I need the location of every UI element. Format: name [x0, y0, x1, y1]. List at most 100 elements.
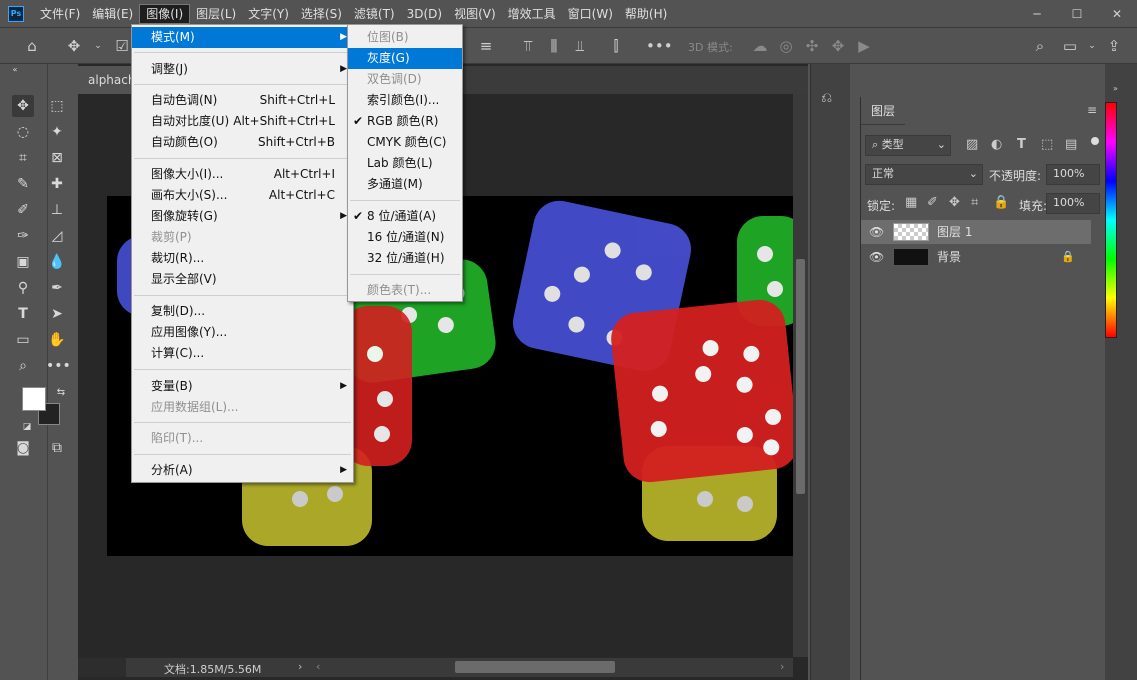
layer-name[interactable]: 背景 — [937, 245, 961, 269]
menu-3d[interactable]: 3D(D) — [401, 4, 448, 24]
hand-tool-icon[interactable]: ✋ — [46, 329, 68, 351]
menu-item-variables[interactable]: 变量(B) ▶ — [132, 376, 353, 397]
type-tool-icon[interactable]: T — [12, 303, 34, 325]
mode-cmyk[interactable]: CMYK 颜色(C) — [348, 132, 462, 153]
color-spectrum[interactable] — [1105, 102, 1117, 338]
layer-row-1[interactable]: 👁 图层 1 — [861, 220, 1091, 244]
vertical-scrollbar-thumb[interactable] — [796, 259, 805, 494]
menu-image[interactable]: 图像(I) — [139, 3, 191, 24]
path-selection-tool-icon[interactable]: ➤ — [46, 303, 68, 325]
marquee-tool-icon[interactable]: ⬚ — [46, 95, 68, 117]
collapse-panel-icon[interactable]: » — [1113, 84, 1118, 93]
workspace-icon[interactable]: ▭ — [1060, 36, 1080, 56]
move-tool-icon[interactable]: ✥ — [12, 95, 34, 117]
share-icon[interactable]: ⇪ — [1104, 36, 1124, 56]
screen-mode-icon[interactable]: ⧉ — [46, 437, 68, 459]
menu-type[interactable]: 文字(Y) — [242, 4, 295, 24]
magic-wand-tool-icon[interactable]: ✦ — [46, 121, 68, 143]
filter-pixel-icon[interactable]: ▨ — [966, 137, 978, 152]
3d-roll-icon[interactable]: ◎ — [776, 36, 796, 56]
layer-name[interactable]: 图层 1 — [937, 220, 972, 244]
mode-16bit[interactable]: 16 位/通道(N) — [348, 227, 462, 248]
tool-preset-chevron-icon[interactable]: ⌄ — [88, 36, 108, 56]
menu-window[interactable]: 窗口(W) — [562, 4, 619, 24]
layer-filter-select[interactable]: ⌕ 类型 ⌄ — [865, 135, 951, 156]
rectangle-tool-icon[interactable]: ▭ — [12, 329, 34, 351]
lock-artboard-icon[interactable]: ⌗ — [971, 195, 978, 210]
mode-multichannel[interactable]: 多通道(M) — [348, 174, 462, 195]
filter-toggle-icon[interactable] — [1091, 137, 1099, 145]
crop-tool-icon[interactable]: ⌗ — [12, 147, 34, 169]
eyedropper-tool-icon[interactable]: ✎ — [12, 173, 34, 195]
menu-item-analysis[interactable]: 分析(A) ▶ — [132, 460, 353, 481]
menu-file[interactable]: 文件(F) — [34, 4, 86, 24]
edit-toolbar-icon[interactable]: ••• — [46, 355, 71, 377]
minimize-button[interactable]: ─ — [1017, 0, 1057, 28]
menu-item-apply-image[interactable]: 应用图像(Y)... — [132, 322, 353, 343]
menu-select[interactable]: 选择(S) — [295, 4, 348, 24]
menu-item-auto-contrast[interactable]: 自动对比度(U) Alt+Shift+Ctrl+L — [132, 111, 353, 132]
lock-image-icon[interactable]: ✐ — [927, 195, 938, 210]
brush-tool-icon[interactable]: ✐ — [12, 199, 34, 221]
swap-colors-icon[interactable]: ⇆ — [50, 382, 72, 404]
frame-tool-icon[interactable]: ⊠ — [46, 147, 68, 169]
move-tool-icon[interactable]: ✥ — [64, 36, 84, 56]
align-icon[interactable]: ≡ — [476, 36, 496, 56]
mode-indexed[interactable]: 索引颜色(I)... — [348, 90, 462, 111]
menu-item-auto-tone[interactable]: 自动色调(N) Shift+Ctrl+L — [132, 90, 353, 111]
menu-item-reveal-all[interactable]: 显示全部(V) — [132, 269, 353, 290]
history-brush-tool-icon[interactable]: ✑ — [12, 225, 34, 247]
dodge-tool-icon[interactable]: ⚲ — [12, 277, 34, 299]
filter-smartobject-icon[interactable]: ▤ — [1065, 137, 1077, 152]
scroll-right-icon[interactable]: › — [780, 660, 784, 673]
lock-all-icon[interactable]: 🔒 — [993, 195, 1009, 210]
default-colors-icon[interactable]: ◪ — [16, 416, 38, 438]
auto-select-checkbox[interactable]: ☑ — [112, 36, 132, 56]
menu-item-canvas-size[interactable]: 画布大小(S)... Alt+Ctrl+C — [132, 185, 353, 206]
menu-view[interactable]: 视图(V) — [448, 4, 502, 24]
menu-item-calculations[interactable]: 计算(C)... — [132, 343, 353, 364]
more-options-icon[interactable]: ••• — [646, 36, 673, 56]
blend-mode-select[interactable]: 正常 ⌄ — [865, 164, 983, 185]
quick-mask-icon[interactable]: ◙ — [12, 437, 34, 459]
menu-item-auto-color[interactable]: 自动颜色(O) Shift+Ctrl+B — [132, 132, 353, 153]
blur-tool-icon[interactable]: 💧 — [46, 251, 68, 273]
status-expand-icon[interactable]: › — [298, 660, 302, 673]
3d-orbit-icon[interactable]: ☁ — [750, 36, 770, 56]
mode-lab[interactable]: Lab 颜色(L) — [348, 153, 462, 174]
align-vcenter-icon[interactable]: ⫼ — [544, 36, 564, 56]
mode-32bit[interactable]: 32 位/通道(H) — [348, 248, 462, 269]
filter-type-icon[interactable]: T — [1017, 137, 1026, 152]
menu-plugins[interactable]: 增效工具 — [502, 4, 562, 24]
history-panel-icon[interactable]: ⎌ — [821, 90, 841, 110]
foreground-color-swatch[interactable] — [22, 387, 46, 411]
zoom-field[interactable] — [78, 658, 126, 677]
mode-rgb[interactable]: ✔ RGB 颜色(R) — [348, 111, 462, 132]
menu-edit[interactable]: 编辑(E) — [86, 4, 139, 24]
visibility-eye-icon[interactable]: 👁 — [869, 220, 884, 244]
vertical-scrollbar[interactable] — [793, 94, 808, 657]
menu-item-rotation[interactable]: 图像旋转(G) ▶ — [132, 206, 353, 227]
lock-position-icon[interactable]: ✥ — [949, 195, 960, 210]
align-bottom-icon[interactable]: ⫫ — [570, 36, 590, 56]
menu-filter[interactable]: 滤镜(T) — [348, 4, 401, 24]
3d-slide-icon[interactable]: ✥ — [828, 36, 848, 56]
mode-8bit[interactable]: ✔ 8 位/通道(A) — [348, 206, 462, 227]
gradient-tool-icon[interactable]: ▣ — [12, 251, 34, 273]
eraser-tool-icon[interactable]: ◿ — [46, 225, 68, 247]
mode-grayscale[interactable]: 灰度(G) — [348, 48, 462, 69]
maximize-button[interactable]: ☐ — [1057, 0, 1097, 28]
pen-tool-icon[interactable]: ✒ — [46, 277, 68, 299]
layer-row-background[interactable]: 👁 背景 🔒 — [861, 245, 1091, 269]
lasso-tool-icon[interactable]: ◌ — [12, 121, 34, 143]
align-top-icon[interactable]: ⫪ — [518, 36, 538, 56]
fill-input[interactable]: 100% — [1046, 193, 1100, 214]
filter-shape-icon[interactable]: ⬚ — [1041, 137, 1053, 152]
zoom-tool-icon[interactable]: ⌕ — [12, 355, 34, 377]
menu-item-mode[interactable]: 模式(M) ▶ — [132, 27, 353, 48]
menu-layer[interactable]: 图层(L) — [190, 4, 242, 24]
menu-item-duplicate[interactable]: 复制(D)... — [132, 301, 353, 322]
filter-adjustment-icon[interactable]: ◐ — [991, 137, 1002, 152]
collapse-toolbar-icon[interactable]: « — [4, 64, 26, 76]
opacity-input[interactable]: 100% — [1046, 164, 1100, 185]
